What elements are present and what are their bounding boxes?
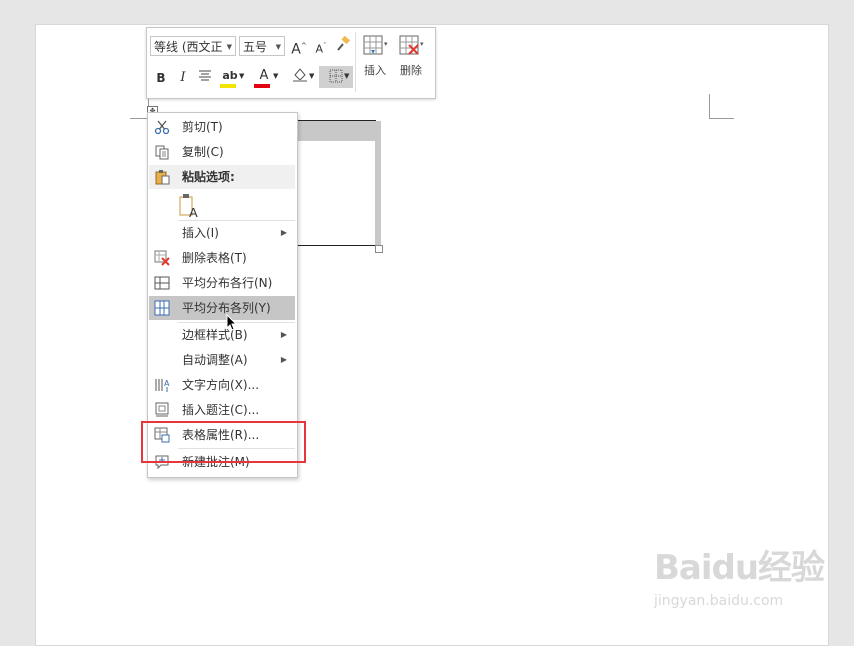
menu-item-autofit[interactable]: 自动调整(A) ▶ xyxy=(149,348,295,372)
menu-item-insert-caption[interactable]: 插入题注(C)... xyxy=(149,398,295,422)
chevron-down-icon: ▼ xyxy=(344,72,350,80)
distribute-columns-icon xyxy=(154,300,170,316)
menu-item-label: 平均分布各行(N) xyxy=(182,276,273,290)
mini-toolbar: 等线 (西文正 ▼ 五号 ▼ A^ Aˇ B I ab ▼ A ▼ ▼ ▼ ▾ … xyxy=(146,27,436,99)
paste-keep-text-only-button[interactable]: A xyxy=(178,193,202,220)
menu-item-delete-table[interactable]: 删除表格(T) xyxy=(149,246,295,270)
menu-item-insert[interactable]: 插入(I) ▶ xyxy=(149,221,295,245)
margin-corner-mark-right xyxy=(709,94,734,119)
chevron-right-icon: ▶ xyxy=(280,330,287,339)
chevron-right-icon: ▶ xyxy=(280,355,287,364)
menu-item-label: 复制(C) xyxy=(182,145,224,159)
highlight-color-bar xyxy=(220,84,236,88)
shrink-font-button[interactable]: Aˇ xyxy=(311,36,331,56)
chevron-down-icon: ▼ xyxy=(273,72,279,80)
distribute-rows-icon xyxy=(154,276,170,290)
menu-item-distribute-rows[interactable]: 平均分布各行(N) xyxy=(149,271,295,295)
keep-text-only-icon: A xyxy=(179,194,198,220)
menu-item-label: 插入(I) xyxy=(182,226,219,240)
chevron-right-icon: ▶ xyxy=(280,228,287,237)
border-button[interactable]: ▼ xyxy=(319,66,353,88)
font-color-bar xyxy=(254,84,270,88)
watermark-url: jingyan.baidu.com xyxy=(654,593,784,609)
bold-button[interactable]: B xyxy=(151,68,171,88)
font-name-value: 等线 (西文正 xyxy=(154,40,223,54)
baidu-jingyan-watermark: Baidu经验 jingyan.baidu.com xyxy=(654,540,825,609)
delete-table-icon xyxy=(154,250,170,266)
format-painter-button[interactable] xyxy=(333,35,353,56)
toolbar-divider xyxy=(355,32,356,92)
insert-table-label: 插入 xyxy=(364,64,386,77)
menu-item-cut[interactable]: 剪切(T) xyxy=(149,115,295,139)
highlight-button[interactable]: ab ▼ xyxy=(217,66,245,88)
font-color-icon: A xyxy=(259,68,269,83)
table-resize-handle[interactable] xyxy=(375,245,383,253)
svg-text:▾: ▾ xyxy=(420,40,424,48)
menu-item-text-direction[interactable]: A 文字方向(X)... xyxy=(149,373,295,397)
delete-table-button[interactable]: ▾ 删除 xyxy=(395,30,427,90)
chevron-down-icon: ▼ xyxy=(226,43,232,51)
align-center-icon xyxy=(199,70,211,81)
menu-item-copy[interactable]: 复制(C) xyxy=(149,140,295,164)
shading-icon xyxy=(293,68,307,82)
menu-item-label: 自动调整(A) xyxy=(182,353,248,367)
border-icon xyxy=(329,69,343,83)
font-size-value: 五号 xyxy=(243,40,268,54)
menu-item-border-styles[interactable]: 边框样式(B) ▶ xyxy=(149,323,295,347)
table-selected-column xyxy=(375,121,381,245)
chevron-down-icon: ▼ xyxy=(309,72,315,80)
insert-table-icon: ▾ xyxy=(363,35,388,55)
delete-table-label: 删除 xyxy=(400,64,422,77)
align-center-button[interactable] xyxy=(195,68,215,88)
menu-item-label: 插入题注(C)... xyxy=(182,403,260,417)
font-name-combo[interactable]: 等线 (西文正 ▼ xyxy=(150,36,236,56)
delete-table-icon: ▾ xyxy=(399,35,424,55)
document-table[interactable] xyxy=(296,120,381,246)
chevron-down-icon: ▼ xyxy=(275,43,281,51)
caption-icon xyxy=(155,402,169,417)
text-direction-icon: A xyxy=(155,379,170,392)
copy-icon xyxy=(155,145,169,160)
svg-text:▾: ▾ xyxy=(384,40,388,48)
italic-button[interactable]: I xyxy=(173,68,193,88)
paste-icon xyxy=(155,170,170,185)
grow-font-icon: A xyxy=(291,41,301,58)
table-selected-row xyxy=(297,121,375,141)
highlight-icon: ab xyxy=(222,69,238,82)
insert-table-button[interactable]: ▾ 插入 xyxy=(359,30,391,90)
menu-header-paste-options: 粘贴选项: xyxy=(149,165,295,189)
menu-item-label: 删除表格(T) xyxy=(182,251,247,265)
menu-item-label: 文字方向(X)... xyxy=(182,378,260,392)
annotation-highlight-box xyxy=(141,421,306,463)
grow-font-button[interactable]: A^ xyxy=(289,36,309,58)
shading-button[interactable]: ▼ xyxy=(287,66,315,86)
mouse-cursor-icon xyxy=(226,314,238,331)
scissors-icon xyxy=(154,120,170,135)
menu-item-label: 粘贴选项: xyxy=(182,170,235,184)
chevron-down-icon: ▼ xyxy=(239,72,245,80)
format-painter-icon xyxy=(337,35,350,51)
font-color-button[interactable]: A ▼ xyxy=(251,66,279,88)
svg-text:A: A xyxy=(164,379,170,388)
font-size-combo[interactable]: 五号 ▼ xyxy=(239,36,285,56)
svg-text:A: A xyxy=(189,205,198,219)
shrink-font-icon: A xyxy=(315,42,324,56)
watermark-brand: Baidu经验 xyxy=(654,548,825,588)
menu-item-label: 剪切(T) xyxy=(182,120,223,134)
menu-item-distribute-columns[interactable]: 平均分布各列(Y) xyxy=(149,296,295,320)
